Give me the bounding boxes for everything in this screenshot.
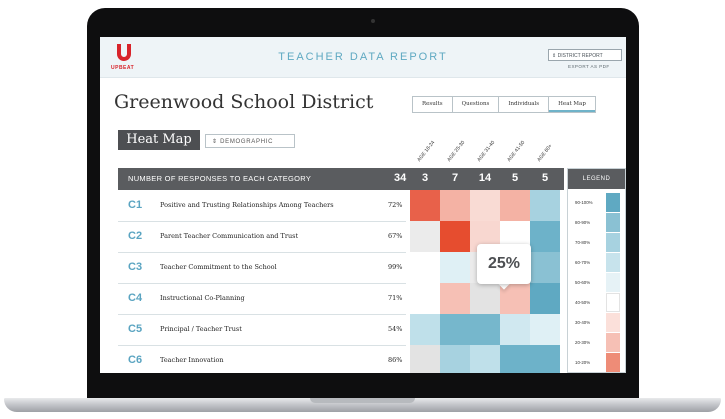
legend-label: 80-90% (575, 220, 591, 225)
legend-label: 10-20% (575, 360, 591, 365)
heat-cell[interactable] (410, 283, 440, 314)
category-label: Positive and Trusting Relationships Amon… (160, 201, 334, 209)
table-row[interactable]: C3 Teacher Commitment to the School 99% (118, 253, 406, 284)
category-code: C6 (128, 354, 143, 366)
category-percent: 67% (388, 232, 403, 240)
legend-swatch (606, 273, 620, 292)
heat-cell[interactable] (410, 221, 440, 252)
heat-cell[interactable] (440, 283, 470, 314)
heat-cell[interactable] (530, 221, 560, 252)
legend-swatch (606, 333, 620, 352)
total-count: 34 (394, 172, 407, 184)
laptop-notch (310, 398, 415, 403)
table-row[interactable]: C1 Positive and Trusting Relationships Am… (118, 191, 406, 222)
age-count: 14 (478, 172, 492, 184)
legend-label: 90-100% (575, 200, 593, 205)
heat-cell[interactable] (530, 314, 560, 345)
heat-cell[interactable] (500, 314, 530, 345)
heat-cell[interactable] (470, 314, 500, 345)
age-group-label: AGE 60+ (536, 143, 554, 163)
legend-swatch (606, 233, 620, 252)
laptop-bezel (87, 373, 639, 400)
legend-title: LEGEND (568, 169, 625, 189)
category-percent: 71% (388, 294, 403, 302)
legend-swatch (606, 293, 620, 312)
view-tabs: Results Questions Individuals Heat Map (412, 96, 596, 113)
category-label: Teacher Commitment to the School (160, 263, 277, 271)
table-header-title: NUMBER OF RESPONSES TO EACH CATEGORY (128, 174, 312, 183)
heat-cell[interactable] (470, 283, 500, 314)
heat-cell[interactable] (500, 345, 530, 373)
category-code: C2 (128, 230, 143, 242)
age-count: 5 (511, 172, 519, 184)
heat-cell[interactable] (440, 314, 470, 345)
heat-cell[interactable] (410, 190, 440, 221)
category-percent: 99% (388, 263, 403, 271)
page-title: Greenwood School District (114, 91, 374, 113)
category-code: C5 (128, 323, 143, 335)
legend-label: 70-80% (575, 240, 591, 245)
table-row[interactable]: C5 Principal / Teacher Trust 54% (118, 315, 406, 346)
legend-label: 60-70% (575, 260, 591, 265)
legend-label: 30-40% (575, 320, 591, 325)
age-count: 7 (451, 172, 459, 184)
category-label: Parent Teacher Communication and Trust (160, 232, 299, 240)
heat-cell[interactable] (530, 345, 560, 373)
legend-swatch (606, 353, 620, 372)
export-pdf-link[interactable]: EXPORT AS PDF (568, 64, 610, 69)
heat-cell[interactable] (530, 252, 560, 283)
legend: LEGEND 90-100% 80-90% 70-80% 60-70% 50-60% 40… (567, 168, 626, 373)
top-bar: UPBEAT TEACHER DATA REPORT ⇕ DISTRICT RE… (100, 37, 626, 78)
age-count: 5 (541, 172, 549, 184)
category-code: C3 (128, 261, 143, 273)
age-count: 3 (421, 172, 429, 184)
legend-label: 20-30% (575, 340, 591, 345)
age-group-label: AGE 41-50 (506, 139, 527, 163)
age-group-label: AGE 18-24 (416, 139, 437, 163)
heat-cell-tooltip: 25% (477, 244, 531, 284)
heat-cell[interactable] (530, 283, 560, 314)
tab-heat-map[interactable]: Heat Map (549, 97, 595, 112)
legend-swatch (606, 313, 620, 332)
category-label: Teacher Innovation (160, 356, 224, 364)
heat-cell[interactable] (410, 314, 440, 345)
legend-label: 50-60% (575, 280, 591, 285)
tab-questions[interactable]: Questions (453, 97, 500, 112)
age-group-label: AGE 31-40 (476, 139, 497, 163)
table-header: NUMBER OF RESPONSES TO EACH CATEGORY 34 … (118, 168, 564, 190)
heat-cell[interactable] (440, 190, 470, 221)
legend-swatch (606, 213, 620, 232)
tab-results[interactable]: Results (413, 97, 453, 112)
heat-cell[interactable] (530, 190, 560, 221)
district-report-button[interactable]: ⇕ DISTRICT REPORT (548, 49, 622, 61)
category-code: C1 (128, 199, 143, 211)
table-row[interactable]: C6 Teacher Innovation 86% (118, 346, 406, 373)
heat-cell[interactable] (470, 190, 500, 221)
category-percent: 72% (388, 201, 403, 209)
category-code: C4 (128, 292, 143, 304)
table-row[interactable]: C4 Instructional Co-Planning 71% (118, 284, 406, 315)
age-group-label: AGE 25-30 (446, 139, 467, 163)
heat-cell[interactable] (440, 345, 470, 373)
heat-cell[interactable] (470, 345, 500, 373)
heat-cell[interactable] (440, 221, 470, 252)
heat-cell[interactable] (410, 252, 440, 283)
legend-label: 40-50% (575, 300, 591, 305)
tab-individuals[interactable]: Individuals (499, 97, 550, 112)
table-row[interactable]: C2 Parent Teacher Communication and Trust… (118, 222, 406, 253)
heat-cell[interactable] (410, 345, 440, 373)
heat-cell[interactable] (500, 190, 530, 221)
heat-cell[interactable] (440, 252, 470, 283)
category-percent: 54% (388, 325, 403, 333)
category-label: Principal / Teacher Trust (160, 325, 242, 333)
camera-icon (371, 19, 375, 23)
logo-text: UPBEAT (111, 65, 135, 71)
demographic-select[interactable]: ⇕ DEMOGRAPHIC (205, 134, 295, 148)
legend-swatch (606, 253, 620, 272)
category-percent: 86% (388, 356, 403, 364)
legend-swatch (606, 193, 620, 212)
category-label: Instructional Co-Planning (160, 294, 245, 302)
screen: UPBEAT TEACHER DATA REPORT ⇕ DISTRICT RE… (100, 37, 626, 373)
section-title: Heat Map (118, 130, 200, 150)
